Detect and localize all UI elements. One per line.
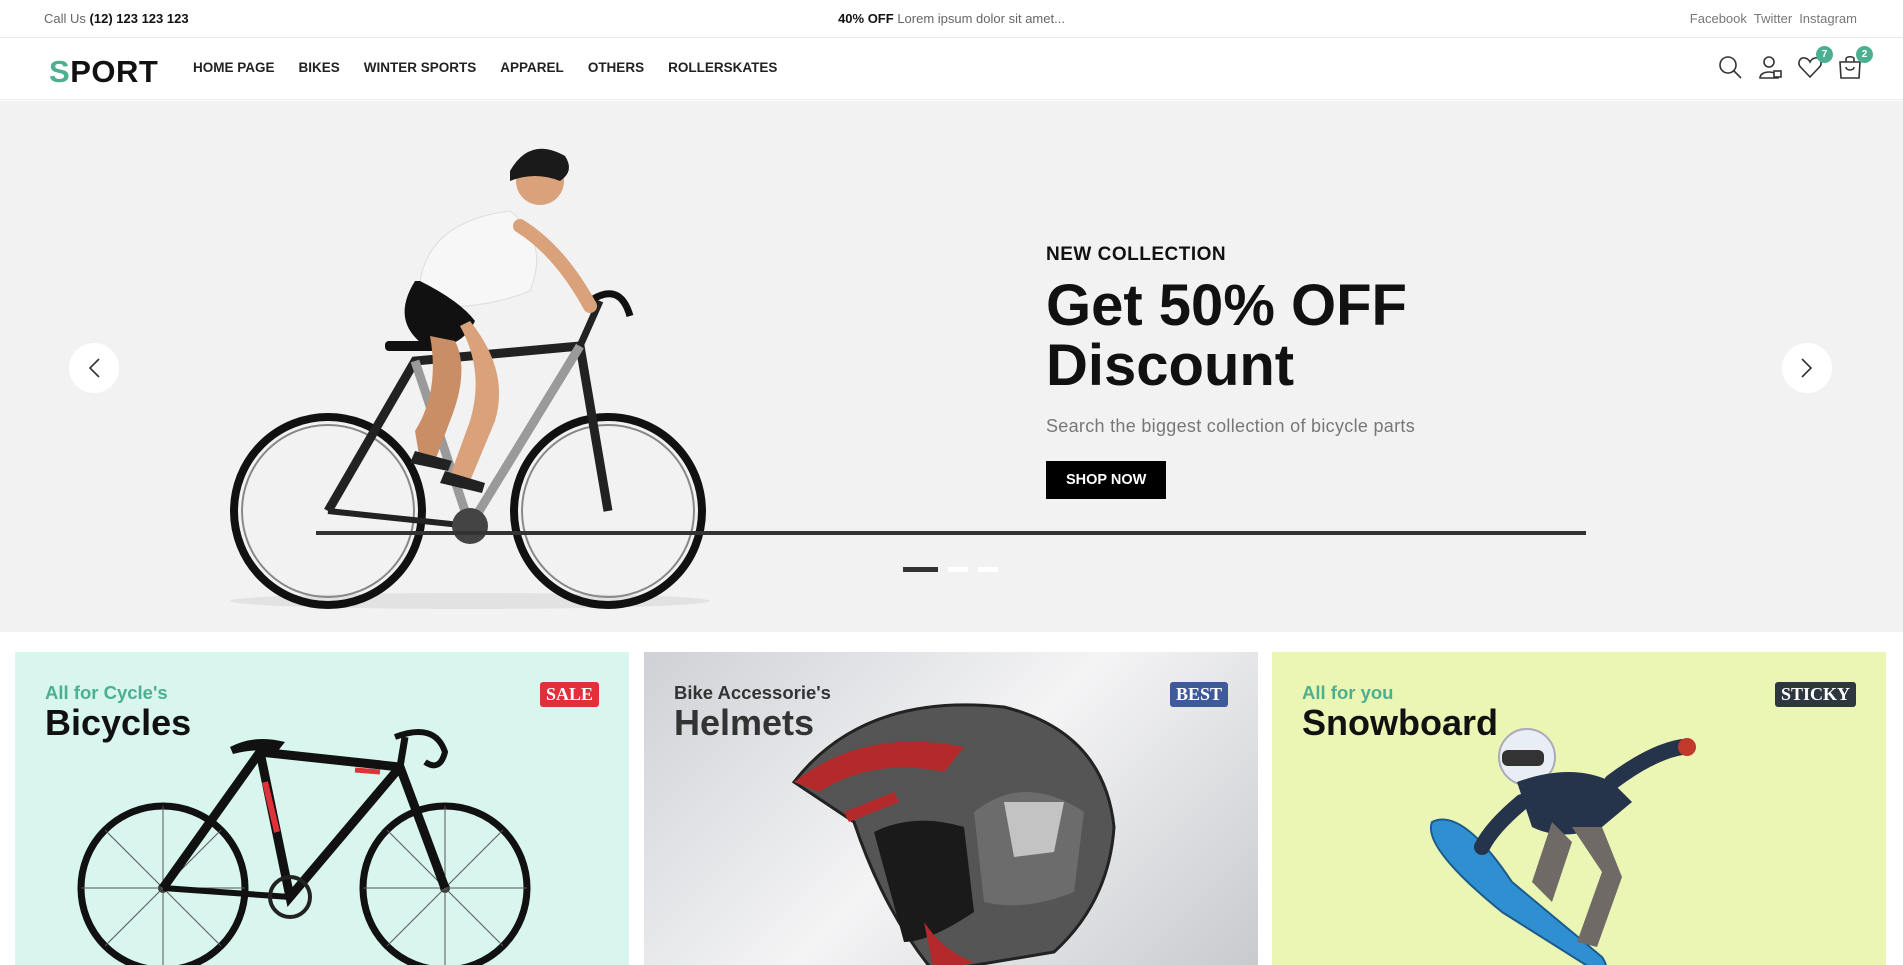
hero-title-line-1: Get 50% OFF [1046, 273, 1407, 338]
hero-title: Get 50% OFF Discount [1046, 276, 1415, 396]
card-title: Helmets [674, 702, 815, 743]
category-cards: All for Cycle's Bicycles SALE Bike Acces… [0, 652, 1903, 965]
site-logo[interactable]: SPORT [49, 54, 158, 90]
shop-now-button[interactable]: SHOP NOW [1046, 461, 1167, 499]
sticky-badge: STICKY [1774, 682, 1856, 707]
wishlist-count-badge: 7 [1816, 46, 1833, 63]
header-icons: 7 2 [1717, 46, 1873, 80]
prev-slide-button[interactable] [69, 343, 119, 393]
cyclist-image [220, 131, 740, 611]
slide-dot-1[interactable] [903, 567, 938, 572]
hero-title-line-2: Discount [1046, 333, 1295, 398]
card-subtitle: Bike Accessorie's [674, 682, 831, 703]
logo-text: PORT [70, 54, 159, 89]
card-subtitle: All for Cycle's [45, 682, 168, 703]
logo-accent-letter: S [49, 54, 71, 89]
nav-apparel[interactable]: APPAREL [500, 60, 564, 75]
sale-badge: SALE [539, 682, 599, 707]
category-card-bicycles[interactable]: All for Cycle's Bicycles SALE [15, 652, 629, 965]
hero-content: NEW COLLECTION Get 50% OFF Discount Sear… [1046, 244, 1415, 499]
user-icon[interactable] [1757, 54, 1783, 80]
main-nav: HOME PAGE BIKES WINTER SPORTS APPAREL OT… [193, 60, 777, 75]
twitter-link[interactable]: Twitter [1754, 11, 1792, 26]
search-icon[interactable] [1717, 54, 1743, 80]
card-title: Bicycles [45, 702, 192, 743]
top-bar: Call Us (12) 123 123 123 40% OFF Lorem i… [0, 0, 1903, 38]
category-card-helmets[interactable]: Bike Accessorie's Helmets BEST [644, 652, 1258, 965]
hero-slider: NEW COLLECTION Get 50% OFF Discount Sear… [0, 101, 1903, 632]
hero-subtitle: NEW COLLECTION [1046, 244, 1227, 265]
heart-icon[interactable]: 7 [1797, 46, 1833, 80]
category-card-snowboard[interactable]: All for you Snowboard STICKY [1272, 652, 1886, 965]
slider-progress-bar [316, 531, 1586, 535]
cart-count-badge: 2 [1856, 46, 1873, 63]
instagram-link[interactable]: Instagram [1799, 11, 1857, 26]
slide-dot-3[interactable] [978, 567, 998, 572]
promo-text: Lorem ipsum dolor sit amet... [897, 11, 1065, 26]
chevron-left-icon [88, 358, 100, 378]
nav-others[interactable]: OTHERS [588, 60, 644, 75]
chevron-right-icon [1801, 358, 1813, 378]
promo-bold: 40% OFF [838, 11, 894, 26]
card-subtitle: All for you [1302, 682, 1394, 703]
main-header: SPORT HOME PAGE BIKES WINTER SPORTS APPA… [0, 38, 1903, 100]
bag-icon[interactable]: 2 [1837, 46, 1873, 80]
nav-home-page[interactable]: HOME PAGE [193, 60, 275, 75]
nav-bikes[interactable]: BIKES [299, 60, 340, 75]
card-title: Snowboard [1302, 702, 1498, 743]
promo-message: 40% OFF Lorem ipsum dolor sit amet... [0, 11, 1903, 26]
slide-dot-2[interactable] [948, 567, 968, 572]
nav-winter-sports[interactable]: WINTER SPORTS [364, 60, 477, 75]
slider-pagination [903, 567, 998, 572]
nav-rollerskates[interactable]: ROLLERSKATES [668, 60, 777, 75]
facebook-link[interactable]: Facebook [1690, 11, 1747, 26]
social-links: Facebook Twitter Instagram [1690, 11, 1857, 26]
hero-description: Search the biggest collection of bicycle… [1046, 416, 1415, 436]
best-badge: BEST [1169, 682, 1228, 707]
next-slide-button[interactable] [1782, 343, 1832, 393]
